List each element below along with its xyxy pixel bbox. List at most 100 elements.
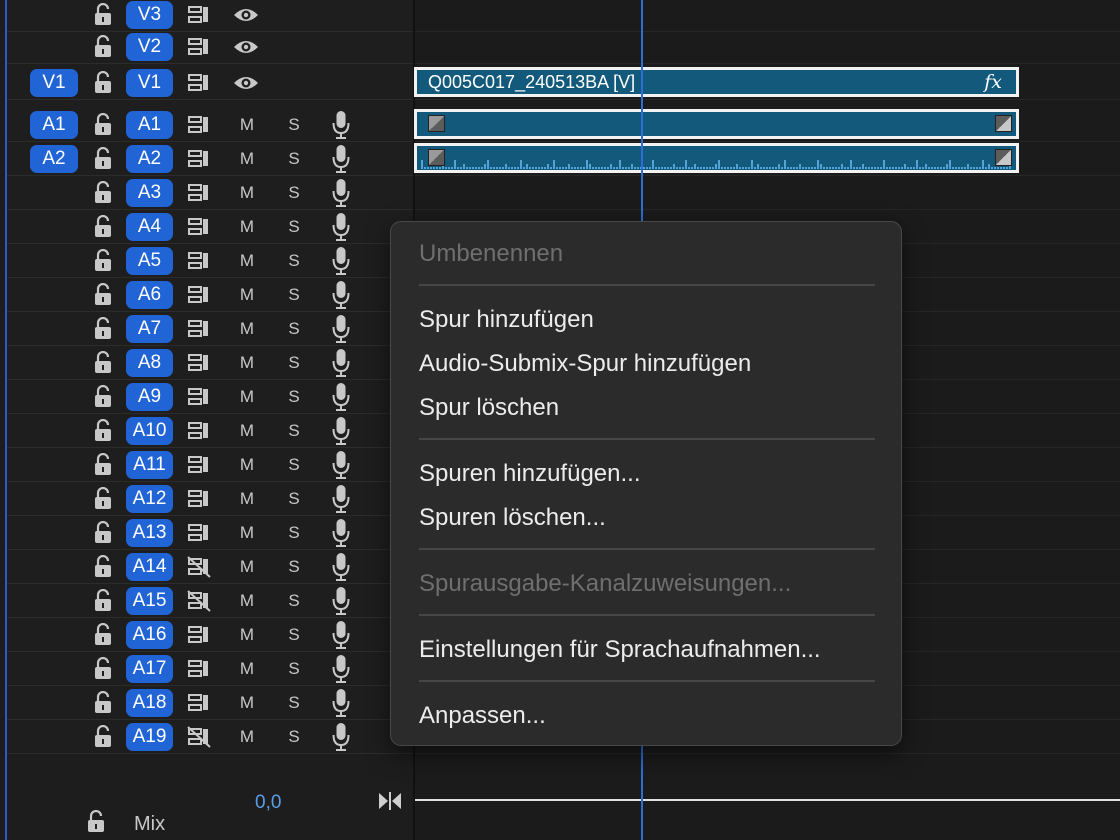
sync-lock-icon[interactable] — [186, 284, 212, 306]
solo-button[interactable]: S — [284, 385, 304, 409]
lock-icon[interactable] — [93, 623, 113, 647]
sync-lock-off-icon[interactable] — [186, 590, 212, 612]
target-track-button[interactable]: A7 — [126, 315, 173, 343]
mute-button[interactable]: M — [236, 657, 258, 681]
microphone-icon[interactable] — [331, 415, 351, 447]
target-track-button[interactable]: A6 — [126, 281, 173, 309]
lock-icon[interactable] — [93, 35, 113, 59]
sync-lock-icon[interactable] — [186, 488, 212, 510]
menu-item-add-audio-submix-track[interactable]: Audio-Submix-Spur hinzufügen — [419, 350, 751, 378]
lock-icon[interactable] — [93, 691, 113, 715]
target-track-button[interactable]: A3 — [126, 179, 173, 207]
microphone-icon[interactable] — [331, 143, 351, 175]
sync-lock-icon[interactable] — [186, 114, 212, 136]
sync-lock-icon[interactable] — [186, 658, 212, 680]
sync-lock-icon[interactable] — [186, 352, 212, 374]
mute-button[interactable]: M — [236, 521, 258, 545]
solo-button[interactable]: S — [284, 249, 304, 273]
menu-item-delete-track[interactable]: Spur löschen — [419, 394, 559, 422]
lock-icon[interactable] — [93, 147, 113, 171]
microphone-icon[interactable] — [331, 653, 351, 685]
microphone-icon[interactable] — [331, 109, 351, 141]
microphone-icon[interactable] — [331, 449, 351, 481]
sync-lock-icon[interactable] — [186, 692, 212, 714]
mute-button[interactable]: M — [236, 691, 258, 715]
microphone-icon[interactable] — [331, 381, 351, 413]
sync-lock-off-icon[interactable] — [186, 556, 212, 578]
source-patch-button[interactable]: V1 — [30, 69, 78, 97]
lock-icon[interactable] — [93, 215, 113, 239]
mute-button[interactable]: M — [236, 623, 258, 647]
mute-button[interactable]: M — [236, 181, 258, 205]
mute-button[interactable]: M — [236, 555, 258, 579]
solo-button[interactable]: S — [284, 351, 304, 375]
solo-button[interactable]: S — [284, 419, 304, 443]
target-track-button[interactable]: A4 — [126, 213, 173, 241]
target-track-button[interactable]: A17 — [126, 655, 173, 683]
lock-icon[interactable] — [93, 555, 113, 579]
source-patch-button[interactable]: A2 — [30, 145, 78, 173]
mute-button[interactable]: M — [236, 113, 258, 137]
sync-lock-icon[interactable] — [186, 250, 212, 272]
sync-lock-icon[interactable] — [186, 182, 212, 204]
microphone-icon[interactable] — [331, 347, 351, 379]
menu-item-customize[interactable]: Anpassen... — [419, 702, 546, 730]
target-track-button[interactable]: A12 — [126, 485, 173, 513]
lock-icon[interactable] — [93, 589, 113, 613]
lock-icon[interactable] — [86, 810, 106, 834]
clip-end-handle[interactable] — [995, 115, 1012, 132]
solo-button[interactable]: S — [284, 181, 304, 205]
microphone-icon[interactable] — [331, 551, 351, 583]
menu-item-add-track[interactable]: Spur hinzufügen — [419, 306, 594, 334]
mute-button[interactable]: M — [236, 317, 258, 341]
solo-button[interactable]: S — [284, 623, 304, 647]
mute-button[interactable]: M — [236, 453, 258, 477]
lock-icon[interactable] — [93, 283, 113, 307]
solo-button[interactable]: S — [284, 589, 304, 613]
mute-button[interactable]: M — [236, 249, 258, 273]
target-track-button[interactable]: A2 — [126, 145, 173, 173]
target-track-button[interactable]: A14 — [126, 553, 173, 581]
lock-icon[interactable] — [93, 71, 113, 95]
microphone-icon[interactable] — [331, 721, 351, 753]
target-track-button[interactable]: A9 — [126, 383, 173, 411]
target-track-button[interactable]: A15 — [126, 587, 173, 615]
lock-icon[interactable] — [93, 521, 113, 545]
microphone-icon[interactable] — [331, 687, 351, 719]
sync-lock-icon[interactable] — [186, 72, 212, 94]
target-track-button[interactable]: A11 — [126, 451, 173, 479]
mute-button[interactable]: M — [236, 215, 258, 239]
eye-icon[interactable] — [232, 5, 260, 25]
solo-button[interactable]: S — [284, 283, 304, 307]
lock-icon[interactable] — [93, 385, 113, 409]
eye-icon[interactable] — [232, 73, 260, 93]
clip-end-handle[interactable] — [995, 149, 1012, 166]
sync-lock-icon[interactable] — [186, 522, 212, 544]
sync-lock-icon[interactable] — [186, 4, 212, 26]
microphone-icon[interactable] — [331, 517, 351, 549]
lock-icon[interactable] — [93, 657, 113, 681]
audio-clip-a2[interactable] — [414, 143, 1019, 173]
microphone-icon[interactable] — [331, 483, 351, 515]
microphone-icon[interactable] — [331, 313, 351, 345]
target-track-button[interactable]: A13 — [126, 519, 173, 547]
solo-button[interactable]: S — [284, 725, 304, 749]
target-track-button[interactable]: V2 — [126, 33, 173, 61]
sync-lock-icon[interactable] — [186, 386, 212, 408]
microphone-icon[interactable] — [331, 619, 351, 651]
lock-icon[interactable] — [93, 453, 113, 477]
target-track-button[interactable]: A5 — [126, 247, 173, 275]
microphone-icon[interactable] — [331, 585, 351, 617]
mute-button[interactable]: M — [236, 147, 258, 171]
sync-lock-icon[interactable] — [186, 148, 212, 170]
target-track-button[interactable]: A1 — [126, 111, 173, 139]
solo-button[interactable]: S — [284, 555, 304, 579]
microphone-icon[interactable] — [331, 279, 351, 311]
target-track-button[interactable]: A16 — [126, 621, 173, 649]
lock-icon[interactable] — [93, 249, 113, 273]
target-track-button[interactable]: A19 — [126, 723, 173, 751]
microphone-icon[interactable] — [331, 211, 351, 243]
clip-start-handle[interactable] — [428, 149, 445, 166]
sync-lock-off-icon[interactable] — [186, 726, 212, 748]
target-track-button[interactable]: A8 — [126, 349, 173, 377]
